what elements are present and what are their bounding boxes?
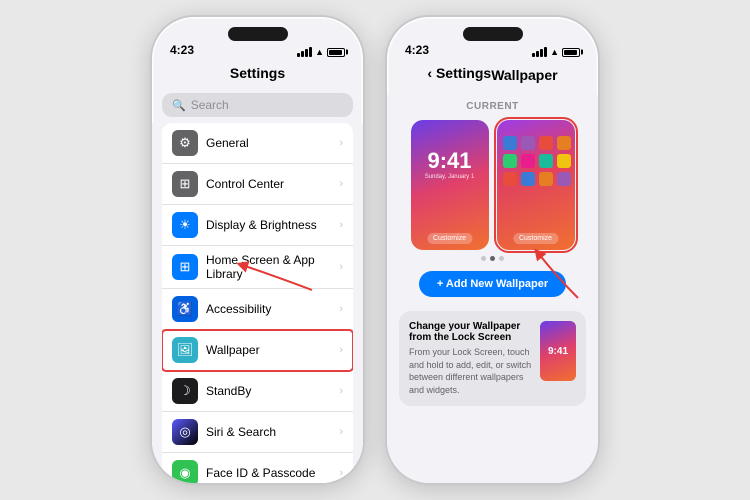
settings-item-wallpaper[interactable]: 🖼 Wallpaper ›: [162, 330, 353, 371]
settings-item-siri[interactable]: ◎ Siri & Search ›: [162, 412, 353, 453]
search-icon: 🔍: [172, 99, 186, 112]
right-phone: 4:23 ▲ ‹ Settings Wallpaper: [385, 15, 600, 485]
settings-item-face-id[interactable]: ◉ Face ID & Passcode ›: [162, 453, 353, 483]
wallpaper-previews: 9:41 Sunday, January 1 Customize: [387, 120, 598, 250]
home-screen-label: Home Screen & App Library: [206, 253, 339, 281]
general-icon: ⚙: [172, 130, 198, 156]
wallpaper-label: Wallpaper: [206, 343, 339, 357]
settings-item-standby[interactable]: ☽ StandBy ›: [162, 371, 353, 412]
display-icon: ☀: [172, 212, 198, 238]
hint-text-block: Change your Wallpaper from the Lock Scre…: [409, 321, 532, 396]
settings-item-general[interactable]: ⚙ General ›: [162, 123, 353, 164]
wallpaper-screen-title: Wallpaper: [491, 67, 557, 83]
lock-screen-hint: Change your Wallpaper from the Lock Scre…: [399, 311, 586, 406]
status-time-left: 4:23: [170, 43, 194, 57]
face-id-label: Face ID & Passcode: [206, 466, 339, 480]
hint-description: From your Lock Screen, touch and hold to…: [409, 346, 532, 396]
lock-screen-preview[interactable]: 9:41 Sunday, January 1 Customize: [411, 120, 489, 250]
settings-group-1: ⚙ General › ⊞ Control Center › ☀ Display…: [162, 123, 353, 483]
signal-icon: [297, 47, 312, 57]
dot-2: [490, 256, 495, 261]
settings-item-display[interactable]: ☀ Display & Brightness ›: [162, 205, 353, 246]
dot-3: [499, 256, 504, 261]
settings-item-accessibility[interactable]: ♿ Accessibility ›: [162, 289, 353, 330]
add-wallpaper-button[interactable]: + Add New Wallpaper: [419, 271, 566, 297]
settings-list: ⚙ General › ⊞ Control Center › ☀ Display…: [152, 123, 363, 483]
hint-preview-time: 9:41: [548, 346, 568, 357]
home-customize-btn[interactable]: Customize: [513, 233, 558, 244]
current-section-label: CURRENT: [387, 101, 598, 112]
lock-customize-btn[interactable]: Customize: [427, 233, 472, 244]
battery-status-icon: [327, 48, 345, 57]
home-screen-preview[interactable]: Customize: [497, 120, 575, 250]
home-screen-icon: ⊞: [172, 254, 198, 280]
accessibility-icon: ♿: [172, 296, 198, 322]
home-screen-bg: [497, 120, 575, 250]
nav-header-right: ‹ Settings Wallpaper: [387, 61, 598, 95]
signal-icon-right: [532, 47, 547, 57]
display-label: Display & Brightness: [206, 218, 339, 232]
right-phone-wrapper: 4:23 ▲ ‹ Settings Wallpaper: [385, 15, 600, 485]
accessibility-label: Accessibility: [206, 302, 339, 316]
control-center-icon: ⊞: [172, 171, 198, 197]
dots-indicator: [387, 256, 598, 261]
siri-label: Siri & Search: [206, 425, 339, 439]
dynamic-island: [228, 27, 288, 41]
search-label: Search: [191, 98, 229, 112]
back-button[interactable]: ‹ Settings: [427, 61, 491, 89]
status-icons-left: ▲: [297, 47, 345, 57]
face-id-icon: ◉: [172, 460, 198, 483]
wallpaper-icon: 🖼: [172, 337, 198, 363]
left-phone-wrapper: 4:23 ▲ Settings 🔍 Search: [150, 15, 365, 485]
wifi-icon: ▲: [315, 47, 324, 57]
status-time-right: 4:23: [405, 43, 429, 57]
battery-status-icon-right: [562, 48, 580, 57]
hint-preview-thumbnail: 9:41: [540, 321, 576, 381]
control-center-label: Control Center: [206, 177, 339, 191]
siri-icon: ◎: [172, 419, 198, 445]
nav-header-left: Settings: [152, 61, 363, 89]
settings-title: Settings: [230, 65, 285, 81]
lock-screen-bg: 9:41 Sunday, January 1: [411, 120, 489, 250]
lock-date: Sunday, January 1: [425, 174, 475, 180]
settings-item-home-screen[interactable]: ⊞ Home Screen & App Library ›: [162, 246, 353, 289]
standby-label: StandBy: [206, 384, 339, 398]
search-bar[interactable]: 🔍 Search: [162, 93, 353, 117]
dynamic-island-right: [463, 27, 523, 41]
back-label: Settings: [436, 65, 491, 81]
left-phone: 4:23 ▲ Settings 🔍 Search: [150, 15, 365, 485]
lock-time: 9:41: [427, 148, 471, 174]
settings-item-control-center[interactable]: ⊞ Control Center ›: [162, 164, 353, 205]
status-icons-right: ▲: [532, 47, 580, 57]
dot-1: [481, 256, 486, 261]
wifi-icon-right: ▲: [550, 47, 559, 57]
hint-title: Change your Wallpaper from the Lock Scre…: [409, 321, 532, 343]
wallpaper-screen: CURRENT 9:41 Sunday, January 1 Customize: [387, 95, 598, 483]
standby-icon: ☽: [172, 378, 198, 404]
back-chevron-icon: ‹: [427, 65, 432, 81]
general-label: General: [206, 136, 339, 150]
